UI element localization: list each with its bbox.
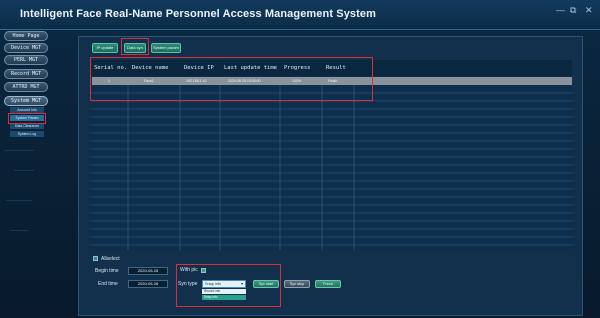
table-grid-lines (92, 85, 572, 250)
begin-time-input[interactable]: 2020-05-28 (128, 267, 168, 275)
allselect-label: Allselect (101, 256, 120, 262)
sidebar: Home Page Device MGT PERL MGT Record MGT… (0, 30, 55, 318)
end-time-label: End time (98, 281, 118, 287)
minimize-icon[interactable]: — (556, 5, 565, 15)
sidebar-item-record-mgt[interactable]: Record MGT (4, 69, 48, 79)
sidebar-item-attrd-mgt[interactable]: ATTRD MGT (4, 82, 48, 92)
sidebar-item-system-mgt[interactable]: System MGT (4, 96, 48, 106)
allselect-checkbox[interactable] (93, 256, 98, 261)
system-param-button[interactable]: System param (151, 43, 181, 53)
syn-stop-button[interactable]: Syc stop (284, 280, 310, 288)
sidebar-item-device-mgt[interactable]: Device MGT (4, 43, 48, 53)
title-bar: Intelligent Face Real-Name Personnel Acc… (0, 0, 600, 30)
close-icon[interactable]: ✕ (585, 5, 593, 16)
highlight-box (8, 113, 46, 124)
end-time-input[interactable]: 2020-05-28 (128, 280, 168, 288)
app-title: Intelligent Face Real-Name Personnel Acc… (20, 8, 376, 20)
highlight-box (90, 57, 373, 101)
sidebar-item-perl-mgt[interactable]: PERL MGT (4, 55, 48, 65)
ip-update-button[interactable]: IP update (92, 43, 118, 53)
begin-time-label: Begin time (95, 268, 119, 274)
fresh-button[interactable]: Fresh (315, 280, 341, 288)
syn-start-button[interactable]: Syc start (253, 280, 279, 288)
sidebar-item-home-page[interactable]: Home Page (4, 31, 48, 41)
restore-icon[interactable]: ⧉ (570, 5, 576, 16)
sidebar-subitem-system-log[interactable]: System Log (10, 131, 44, 137)
highlight-box (121, 38, 149, 55)
